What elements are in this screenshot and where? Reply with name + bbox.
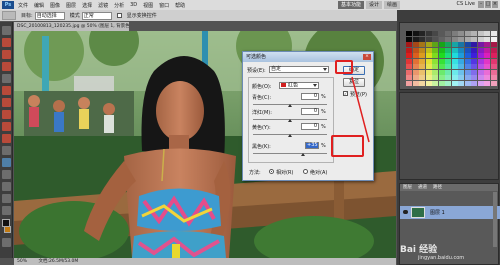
annotation-arrow <box>351 76 370 143</box>
baidu-watermark: Bai 经验 <box>400 245 438 255</box>
photoshop-window: Ps 文件 编辑 图像 图层 选择 滤镜 分析 3D 视图 窗口 帮助 基本功能… <box>0 0 500 265</box>
watermark-url: jingyan.baidu.com <box>418 255 465 261</box>
